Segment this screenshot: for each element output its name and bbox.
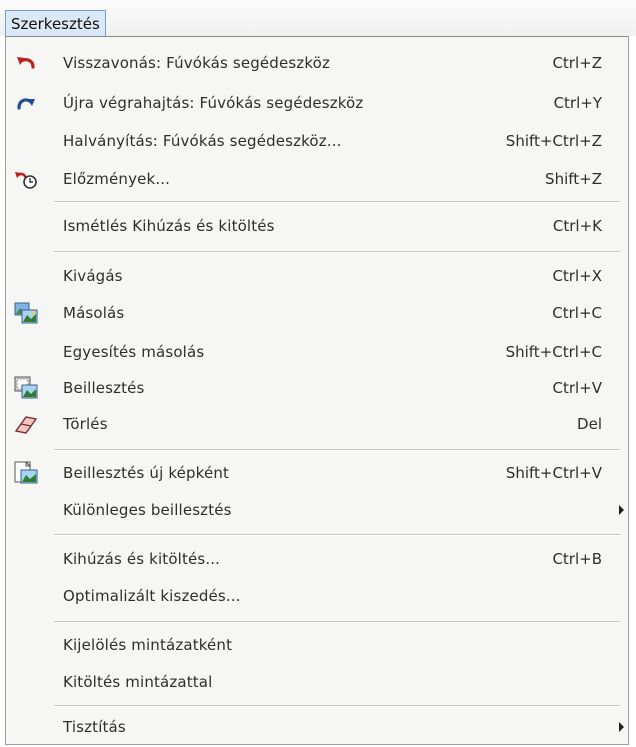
submenu-arrow-icon [619,722,624,732]
paste-icon [14,376,38,400]
menu-item-shortcut: Ctrl+C [552,304,602,322]
menu-item-shortcut: Shift+Z [545,170,602,188]
undo-icon [14,51,38,75]
submenu-arrow-icon [619,505,624,515]
menu-item-delete[interactable]: Törlés Del [6,406,628,442]
menu-title-szerkesztes[interactable]: Szerkesztés [5,10,106,38]
menu-item-shortcut: Ctrl+Y [553,94,602,112]
menu-separator [54,449,620,451]
copy-icon [14,301,38,325]
menu-item-optimized-extraction[interactable]: Optimalizált kiszedés... [6,578,628,614]
menu-item-redo[interactable]: Újra végrahajtás: Fúvókás segédeszköz Ct… [6,85,628,121]
menu-bar: Szerkesztés [0,0,636,38]
menu-item-shortcut: Ctrl+Z [552,54,602,72]
menu-item-paste-special[interactable]: Különleges beillesztés [6,492,628,528]
menu-item-shortcut: Shift+Ctrl+Z [505,132,602,150]
menu-item-label: Kijelölés mintázatként [63,636,233,654]
menu-item-copy[interactable]: Másolás Ctrl+C [6,295,628,331]
menu-separator [54,705,620,707]
menu-item-label: Halványítás: Fúvókás segédeszköz... [63,132,342,150]
history-icon [14,167,38,191]
menu-item-shortcut: Ctrl+V [552,379,602,397]
menu-item-history[interactable]: Előzmények... Shift+Z [6,161,628,197]
menu-item-shortcut: Ctrl+X [552,267,602,285]
menu-item-define-pattern[interactable]: Kijelölés mintázatként [6,627,628,663]
menu-item-label: Előzmények... [63,170,171,188]
menu-item-purge[interactable]: Tisztítás [6,709,628,745]
menu-item-label: Egyesítés másolás [63,343,205,361]
menu-item-label: Kitöltés mintázattal [63,673,213,691]
menu-item-label: Beillesztés [63,379,145,397]
menu-item-label: Kihúzás és kitöltés... [63,550,221,568]
menu-separator [54,621,620,623]
menu-separator [54,534,620,536]
menu-item-shortcut: Shift+Ctrl+V [505,464,602,482]
menu-item-label: Törlés [63,415,108,433]
menu-item-label: Másolás [63,304,125,322]
menu-item-label: Kivágás [63,267,123,285]
menu-item-cut[interactable]: Kivágás Ctrl+X [6,258,628,294]
menu-item-label: Újra végrahajtás: Fúvókás segédeszköz [63,94,364,112]
menu-item-shortcut: Ctrl+K [552,217,602,235]
redo-icon [14,91,38,115]
menu-separator [54,201,620,203]
menu-item-label: Beillesztés új képként [63,464,230,482]
menu-item-label: Visszavonás: Fúvókás segédeszköz [63,54,330,72]
menu-item-shortcut: Shift+Ctrl+C [505,343,602,361]
menu-item-shortcut: Del [577,415,602,433]
menu-item-fade[interactable]: Halványítás: Fúvókás segédeszköz... Shif… [6,123,628,159]
menu-item-label: Optimalizált kiszedés... [63,587,241,605]
menu-item-paste-as-new-image[interactable]: Beillesztés új képként Shift+Ctrl+V [6,455,628,491]
menu-item-label: Különleges beillesztés [63,501,232,519]
paste-as-new-image-icon [14,461,38,485]
menu-separator [54,251,620,253]
edit-dropdown-menu: Visszavonás: Fúvókás segédeszköz Ctrl+Z … [5,36,629,745]
menu-item-repeat[interactable]: Ismétlés Kihúzás és kitöltés Ctrl+K [6,208,628,244]
menu-item-fill-with-pattern[interactable]: Kitöltés mintázattal [6,664,628,700]
menu-item-shortcut: Ctrl+B [552,550,602,568]
eraser-icon [14,412,38,436]
menu-item-label: Tisztítás [63,718,126,736]
menu-item-label: Ismétlés Kihúzás és kitöltés [63,217,275,235]
menu-item-stroke-and-fill[interactable]: Kihúzás és kitöltés... Ctrl+B [6,541,628,577]
menu-item-paste[interactable]: Beillesztés Ctrl+V [6,370,628,406]
menu-item-copy-merged[interactable]: Egyesítés másolás Shift+Ctrl+C [6,334,628,370]
menu-item-undo[interactable]: Visszavonás: Fúvókás segédeszköz Ctrl+Z [6,45,628,81]
